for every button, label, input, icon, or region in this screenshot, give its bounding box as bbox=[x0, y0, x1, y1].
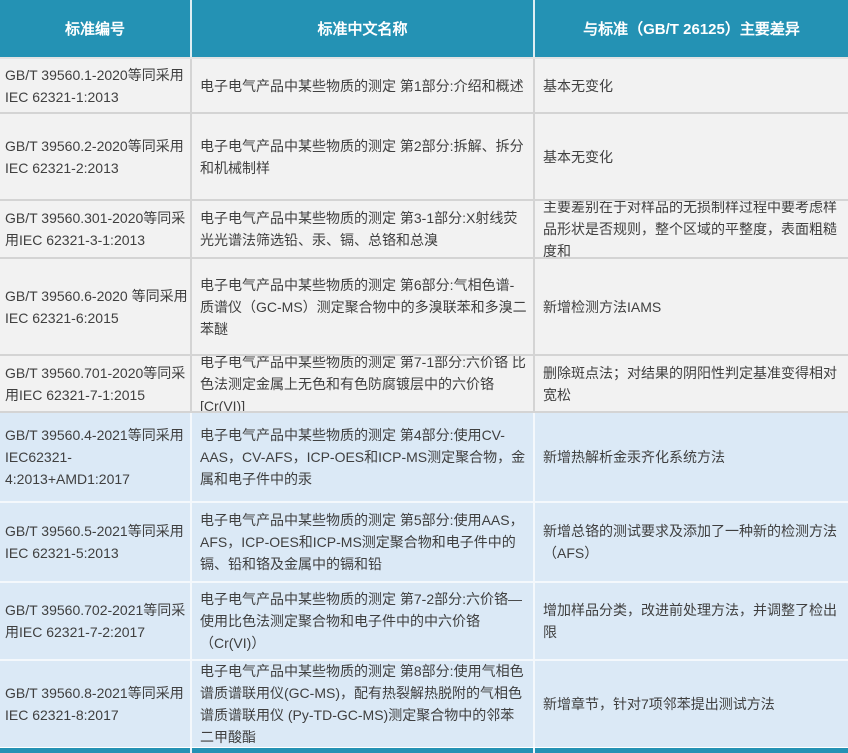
cell-standard-number: GB/T 39560.1-2020等同采用 IEC 62321-1:2013 bbox=[0, 59, 192, 112]
cell-main-difference: 删除斑点法；对结果的阴阳性判定基准变得相对宽松 bbox=[535, 356, 848, 411]
cell-main-difference: 新增热解析金汞齐化系统方法 bbox=[535, 413, 848, 501]
cell-standard-chinese-name: 电子电气产品中某些物质的测定 第6部分:气相色谱-质谱仪（GC-MS）测定聚合物… bbox=[192, 259, 535, 354]
cell-standard-number: GB/T 39560.701-2020等同采用IEC 62321-7-1:201… bbox=[0, 356, 192, 411]
table-body: GB/T 39560.1-2020等同采用 IEC 62321-1:2013 电子… bbox=[0, 57, 848, 747]
table-row: GB/T 39560.6-2020 等同采用 IEC 62321-6:2015 电… bbox=[0, 257, 848, 354]
cell-standard-chinese-name-text: 电子电气产品中某些物质的测定 第5部分:使用AAS，AFS，ICP-OES和IC… bbox=[200, 509, 527, 575]
cell-standard-chinese-name: 电子电气产品中某些物质的测定 第8部分:使用气相色谱质谱联用仪(GC-MS)，配… bbox=[192, 661, 535, 747]
cell-main-difference-text: 新增章节，针对7项邻苯提出测试方法 bbox=[543, 693, 844, 715]
table-row: GB/T 39560.4-2021等同采用 IEC62321-4:2013+AM… bbox=[0, 411, 848, 501]
cell-standard-number: GB/T 39560.702-2021等同采用IEC 62321-7-2:201… bbox=[0, 583, 192, 659]
cell-standard-chinese-name-text: 电子电气产品中某些物质的测定 第7-1部分:六价铬 比色法测定金属上无色和有色防… bbox=[200, 356, 527, 411]
cell-standard-number-text: GB/T 39560.5-2021等同采用 IEC 62321-5:2013 bbox=[5, 520, 188, 564]
table-row: GB/T 39560.1-2020等同采用 IEC 62321-1:2013 电子… bbox=[0, 57, 848, 112]
cell-standard-chinese-name-text: 电子电气产品中某些物质的测定 第7-2部分:六价铬—使用比色法测定聚合物和电子件… bbox=[200, 588, 527, 654]
cell-standard-chinese-name: 电子电气产品中某些物质的测定 第7-1部分:六价铬 比色法测定金属上无色和有色防… bbox=[192, 356, 535, 411]
next-table-header-partial bbox=[0, 747, 848, 753]
next-header-segment bbox=[192, 748, 535, 753]
cell-main-difference: 基本无变化 bbox=[535, 59, 848, 112]
cell-standard-number: GB/T 39560.2-2020等同采用 IEC 62321-2:2013 bbox=[0, 114, 192, 199]
table-row: GB/T 39560.2-2020等同采用 IEC 62321-2:2013 电子… bbox=[0, 112, 848, 199]
cell-main-difference-text: 基本无变化 bbox=[543, 146, 844, 168]
cell-standard-number-text: GB/T 39560.701-2020等同采用IEC 62321-7-1:201… bbox=[5, 362, 188, 406]
cell-main-difference: 新增总铬的测试要求及添加了一种新的检测方法（AFS） bbox=[535, 503, 848, 581]
cell-standard-number: GB/T 39560.5-2021等同采用 IEC 62321-5:2013 bbox=[0, 503, 192, 581]
table-header-row: 标准编号 标准中文名称 与标准（GB/T 26125）主要差异 bbox=[0, 0, 848, 57]
table-row: GB/T 39560.702-2021等同采用IEC 62321-7-2:201… bbox=[0, 581, 848, 659]
header-standard-chinese-name: 标准中文名称 bbox=[192, 0, 535, 57]
cell-main-difference: 增加样品分类，改进前处理方法，并调整了检出限 bbox=[535, 583, 848, 659]
cell-main-difference: 新增章节，针对7项邻苯提出测试方法 bbox=[535, 661, 848, 747]
cell-main-difference: 新增检测方法IAMS bbox=[535, 259, 848, 354]
cell-main-difference-text: 新增热解析金汞齐化系统方法 bbox=[543, 446, 844, 468]
cell-standard-chinese-name-text: 电子电气产品中某些物质的测定 第6部分:气相色谱-质谱仪（GC-MS）测定聚合物… bbox=[200, 274, 527, 340]
header-standard-number: 标准编号 bbox=[0, 0, 192, 57]
table-row: GB/T 39560.301-2020等同采用IEC 62321-3-1:201… bbox=[0, 199, 848, 257]
standards-comparison-table: 标准编号 标准中文名称 与标准（GB/T 26125）主要差异 GB/T 395… bbox=[0, 0, 848, 753]
cell-main-difference-text: 新增检测方法IAMS bbox=[543, 296, 844, 318]
cell-main-difference-text: 删除斑点法；对结果的阴阳性判定基准变得相对宽松 bbox=[543, 362, 844, 406]
cell-standard-chinese-name: 电子电气产品中某些物质的测定 第1部分:介绍和概述 bbox=[192, 59, 535, 112]
header-main-differences: 与标准（GB/T 26125）主要差异 bbox=[535, 0, 848, 57]
cell-main-difference-text: 基本无变化 bbox=[543, 75, 844, 97]
cell-standard-chinese-name: 电子电气产品中某些物质的测定 第3-1部分:X射线荧光光谱法筛选铅、汞、镉、总铬… bbox=[192, 201, 535, 257]
cell-standard-chinese-name-text: 电子电气产品中某些物质的测定 第3-1部分:X射线荧光光谱法筛选铅、汞、镉、总铬… bbox=[200, 207, 527, 251]
table-row: GB/T 39560.5-2021等同采用 IEC 62321-5:2013 电子… bbox=[0, 501, 848, 581]
cell-standard-chinese-name-text: 电子电气产品中某些物质的测定 第4部分:使用CV-AAS，CV-AFS，ICP-… bbox=[200, 424, 527, 490]
cell-main-difference: 主要差别在于对样品的无损制样过程中要考虑样品形状是否规则，整个区域的平整度，表面… bbox=[535, 201, 848, 257]
cell-standard-number-text: GB/T 39560.1-2020等同采用 IEC 62321-1:2013 bbox=[5, 64, 188, 108]
cell-standard-number-text: GB/T 39560.4-2021等同采用 IEC62321-4:2013+AM… bbox=[5, 424, 188, 490]
cell-standard-number: GB/T 39560.301-2020等同采用IEC 62321-3-1:201… bbox=[0, 201, 192, 257]
cell-main-difference-text: 主要差别在于对样品的无损制样过程中要考虑样品形状是否规则，整个区域的平整度，表面… bbox=[543, 201, 844, 257]
cell-standard-number: GB/T 39560.8-2021等同采用 IEC 62321-8:2017 bbox=[0, 661, 192, 747]
cell-standard-chinese-name-text: 电子电气产品中某些物质的测定 第2部分:拆解、拆分和机械制样 bbox=[200, 135, 527, 179]
cell-standard-chinese-name-text: 电子电气产品中某些物质的测定 第8部分:使用气相色谱质谱联用仪(GC-MS)，配… bbox=[200, 661, 527, 747]
cell-standard-chinese-name: 电子电气产品中某些物质的测定 第5部分:使用AAS，AFS，ICP-OES和IC… bbox=[192, 503, 535, 581]
cell-standard-number-text: GB/T 39560.8-2021等同采用 IEC 62321-8:2017 bbox=[5, 682, 188, 726]
cell-standard-number: GB/T 39560.6-2020 等同采用 IEC 62321-6:2015 bbox=[0, 259, 192, 354]
cell-main-difference: 基本无变化 bbox=[535, 114, 848, 199]
cell-standard-chinese-name-text: 电子电气产品中某些物质的测定 第1部分:介绍和概述 bbox=[200, 75, 527, 97]
cell-standard-chinese-name: 电子电气产品中某些物质的测定 第2部分:拆解、拆分和机械制样 bbox=[192, 114, 535, 199]
cell-main-difference-text: 新增总铬的测试要求及添加了一种新的检测方法（AFS） bbox=[543, 520, 844, 564]
cell-standard-number: GB/T 39560.4-2021等同采用 IEC62321-4:2013+AM… bbox=[0, 413, 192, 501]
next-header-segment bbox=[0, 748, 192, 753]
cell-standard-number-text: GB/T 39560.2-2020等同采用 IEC 62321-2:2013 bbox=[5, 135, 188, 179]
cell-standard-chinese-name: 电子电气产品中某些物质的测定 第7-2部分:六价铬—使用比色法测定聚合物和电子件… bbox=[192, 583, 535, 659]
cell-main-difference-text: 增加样品分类，改进前处理方法，并调整了检出限 bbox=[543, 599, 844, 643]
cell-standard-number-text: GB/T 39560.702-2021等同采用IEC 62321-7-2:201… bbox=[5, 599, 188, 643]
next-header-segment bbox=[535, 748, 848, 753]
cell-standard-number-text: GB/T 39560.6-2020 等同采用 IEC 62321-6:2015 bbox=[5, 285, 188, 329]
table-row: GB/T 39560.701-2020等同采用IEC 62321-7-1:201… bbox=[0, 354, 848, 411]
cell-standard-number-text: GB/T 39560.301-2020等同采用IEC 62321-3-1:201… bbox=[5, 207, 188, 251]
table-row: GB/T 39560.8-2021等同采用 IEC 62321-8:2017 电子… bbox=[0, 659, 848, 747]
cell-standard-chinese-name: 电子电气产品中某些物质的测定 第4部分:使用CV-AAS，CV-AFS，ICP-… bbox=[192, 413, 535, 501]
